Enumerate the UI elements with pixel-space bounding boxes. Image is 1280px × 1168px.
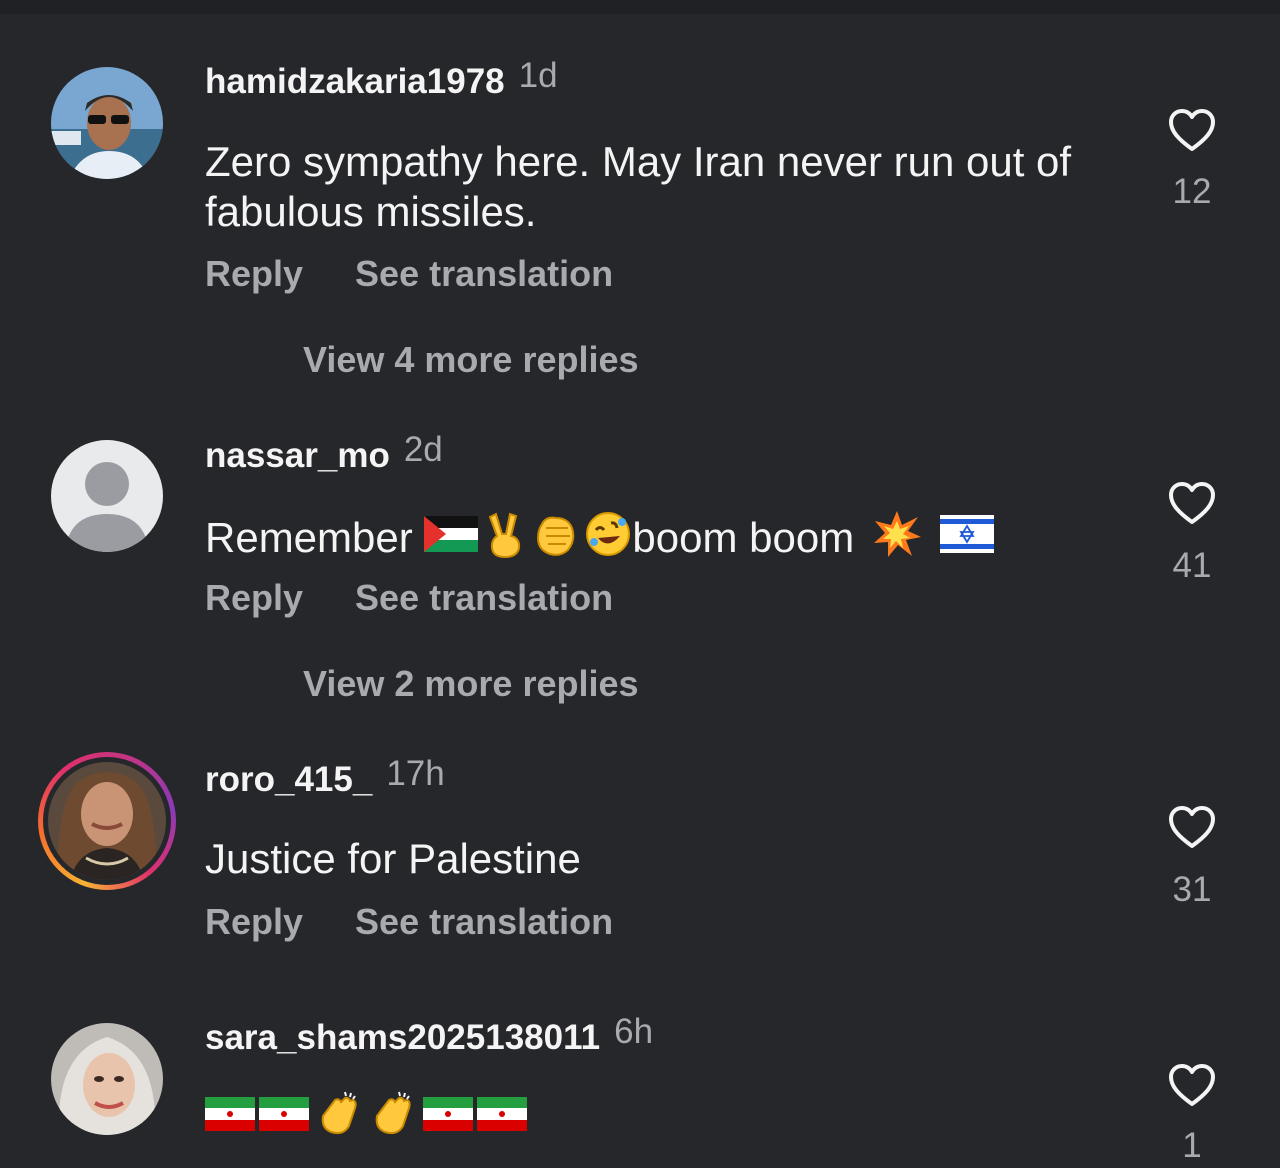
avatar[interactable] (51, 1023, 163, 1135)
clapping-hands-icon (369, 1090, 417, 1138)
see-translation-button[interactable]: See translation (355, 901, 613, 943)
comment-text-start: Remember (205, 513, 413, 561)
username[interactable]: roro_415_ (205, 760, 372, 799)
avatar-story-ring[interactable] (38, 752, 176, 890)
heart-icon (1169, 482, 1215, 524)
comments-panel: hamidzakaria1978 1d Zero sympathy here. M… (0, 0, 1280, 1168)
like-count: 1 (1182, 1126, 1202, 1165)
avatar (48, 762, 166, 880)
reply-button[interactable]: Reply (205, 253, 303, 295)
palestine-flag-icon (424, 515, 479, 552)
rolling-laughing-icon (584, 510, 632, 558)
comment-header: sara_shams2025138011 6h (205, 1012, 653, 1058)
heart-icon (1169, 1064, 1215, 1106)
like-count: 12 (1172, 172, 1212, 211)
comment-actions: Reply See translation (205, 577, 613, 619)
iran-flag-icon (259, 1096, 309, 1131)
reply-button[interactable]: Reply (205, 901, 303, 943)
like-button[interactable] (1160, 1063, 1224, 1107)
like-button[interactable] (1160, 108, 1224, 152)
reply-button[interactable]: Reply (205, 577, 303, 619)
avatar[interactable] (51, 440, 163, 552)
victory-hand-icon (484, 510, 526, 558)
heart-icon (1169, 806, 1215, 848)
like-button[interactable] (1160, 805, 1224, 849)
username[interactable]: nassar_mo (205, 436, 390, 475)
comment-text: Justice for Palestine (205, 835, 581, 882)
comment-text: Zero sympathy here. May Iran never run o… (205, 138, 1072, 235)
timestamp: 17h (386, 754, 445, 793)
comment-header: hamidzakaria1978 1d (205, 56, 558, 102)
iran-flag-icon (205, 1096, 255, 1131)
comment-text-mid: boom boom (632, 513, 855, 561)
timestamp: 6h (614, 1012, 654, 1051)
comment-header: roro_415_ 17h (205, 754, 445, 800)
clapping-hands-icon (315, 1090, 363, 1138)
see-translation-button[interactable]: See translation (355, 577, 613, 619)
username[interactable]: sara_shams2025138011 (205, 1018, 600, 1057)
default-avatar-icon (51, 440, 163, 552)
view-more-replies-button[interactable]: View 2 more replies (303, 663, 639, 705)
israel-flag-icon (939, 514, 994, 553)
fist-bump-icon (532, 510, 580, 558)
like-count: 41 (1172, 546, 1212, 585)
comment-actions: Reply See translation (205, 901, 613, 943)
comment-actions: Reply See translation (205, 253, 613, 295)
timestamp: 2d (403, 430, 443, 469)
collision-icon (872, 509, 922, 559)
comment-text (205, 1090, 1115, 1142)
timestamp: 1d (518, 56, 558, 95)
user-photo-icon (48, 762, 166, 880)
view-more-replies-button[interactable]: View 4 more replies (303, 339, 639, 381)
heart-icon (1169, 109, 1215, 151)
panel-top-edge (0, 0, 1280, 14)
iran-flag-icon (477, 1096, 527, 1131)
like-count: 31 (1172, 870, 1212, 909)
see-translation-button[interactable]: See translation (355, 253, 613, 295)
user-photo-icon (51, 67, 163, 179)
username[interactable]: hamidzakaria1978 (205, 62, 505, 101)
like-button[interactable] (1160, 481, 1224, 525)
comment-text: Remember boom boom (205, 510, 1115, 563)
comment-header: nassar_mo 2d (205, 430, 443, 476)
iran-flag-icon (423, 1096, 473, 1131)
user-photo-icon (51, 1023, 163, 1135)
avatar[interactable] (51, 67, 163, 179)
